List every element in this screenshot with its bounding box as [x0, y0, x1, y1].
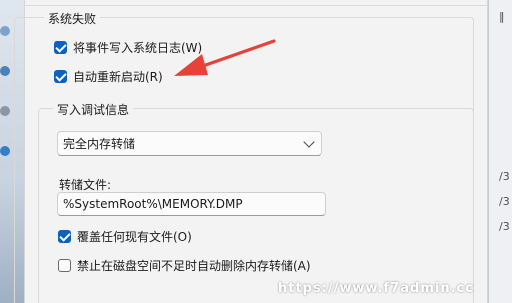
chevron-down-icon[interactable] [303, 135, 315, 148]
debug-info-group-title: 写入调试信息 [53, 101, 134, 118]
system-failure-group-title: 系统失败 [44, 10, 101, 27]
desktop-icon-fragment [0, 26, 10, 36]
dump-file-input[interactable]: %SystemRoot%\MEMORY.DMP [57, 192, 326, 216]
checkbox-checked-icon[interactable] [54, 40, 67, 54]
window-fragment-text: /3 [499, 195, 510, 208]
dump-type-selected-value: 完全内存转储 [63, 137, 136, 151]
checkbox-checked-icon[interactable] [54, 69, 67, 83]
overwrite-existing-label: 覆盖任何现有文件(O) [77, 229, 192, 244]
background-right-edge: ‖ /3 /3 /3 [488, 0, 512, 303]
desktop-icon-fragment [0, 106, 10, 116]
disable-auto-delete-label: 禁止在磁盘空间不足时自动删除内存转储(A) [77, 258, 311, 273]
dump-file-value: %SystemRoot%\MEMORY.DMP [63, 197, 243, 211]
desktop-icon-fragment [0, 146, 10, 156]
disable-auto-delete-checkbox[interactable]: 禁止在磁盘空间不足时自动删除内存转储(A) [58, 256, 311, 274]
auto-restart-label: 自动重新启动(R) [73, 69, 163, 84]
overwrite-existing-checkbox[interactable]: 覆盖任何现有文件(O) [58, 227, 192, 245]
dump-file-label: 转储文件: [59, 178, 112, 192]
auto-restart-checkbox[interactable]: 自动重新启动(R) [54, 67, 163, 85]
annotation-arrow-icon [174, 39, 276, 76]
window-fragment-text: /3 [499, 220, 510, 233]
watermark-text: https://www.f7admin.cc [278, 281, 474, 296]
checkbox-unchecked-icon[interactable] [58, 258, 71, 272]
window-fragment-text: /3 [499, 170, 510, 183]
desktop-icon-fragment [0, 66, 10, 76]
checkbox-checked-icon[interactable] [58, 229, 71, 243]
dialog-top-edge [25, 0, 489, 6]
dump-type-dropdown[interactable]: 完全内存转储 [57, 131, 322, 156]
window-fragment-text: ‖ [499, 10, 505, 23]
